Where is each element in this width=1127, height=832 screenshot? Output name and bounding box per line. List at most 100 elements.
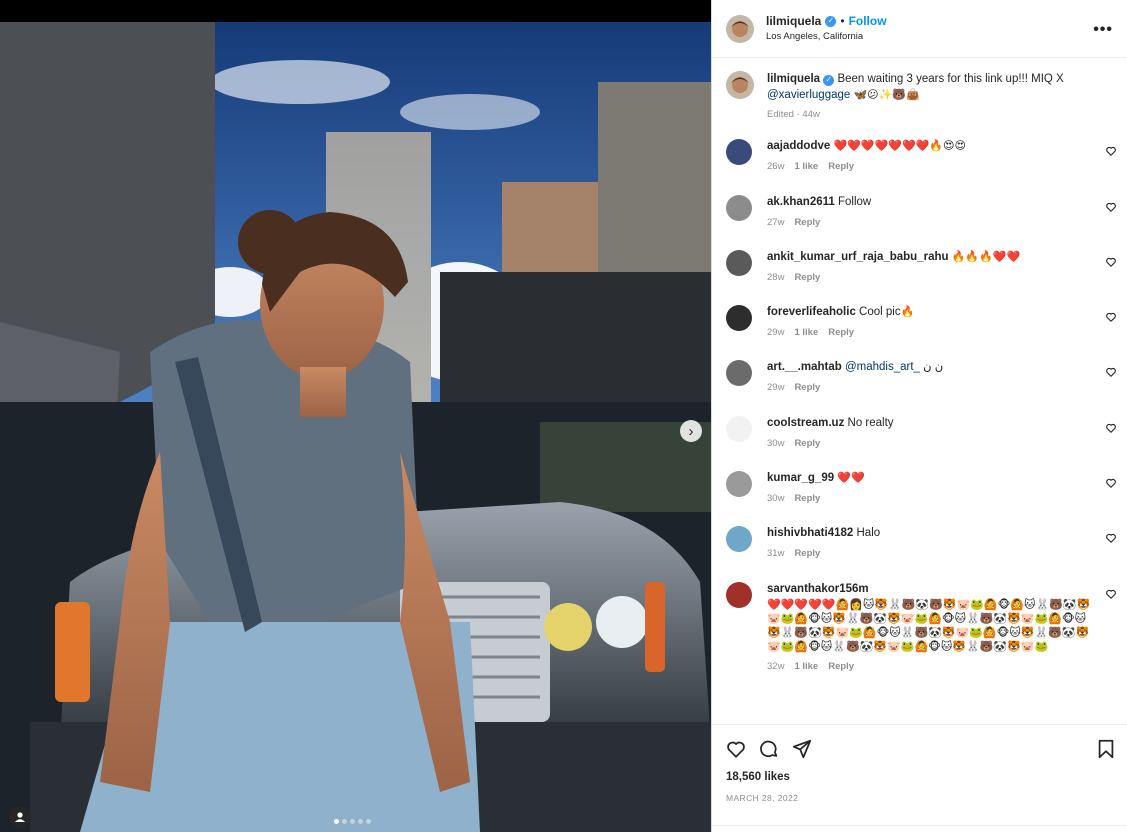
avatar[interactable] [726,15,754,43]
comment-username[interactable]: ak.khan2611 [767,196,835,208]
share-icon[interactable] [791,738,813,760]
comment-item: kumar_g_99 ❤️❤️ 30w Reply [712,471,1127,521]
comment-body: No realty [847,417,894,429]
avatar[interactable] [726,250,752,276]
user-tag-icon[interactable] [9,806,31,828]
comments-list[interactable]: lilmiquela ✓ Been waiting 3 years for th… [712,59,1127,724]
comment-username[interactable]: ankit_kumar_urf_raja_babu_rahu [767,251,949,263]
comment-heart-icon[interactable] [1105,311,1117,323]
comment-likes[interactable]: 1 like [794,325,818,341]
likes-count[interactable]: 18,560 likes [726,771,790,783]
comment-meta: 31w Reply [767,546,1097,562]
caption-body: Been waiting 3 years for this link up!!!… [837,73,1064,85]
avatar[interactable] [726,71,754,99]
author-username[interactable]: lilmiquela [766,14,821,28]
caption-emoji: 🦋😕✨🐻👜 [853,88,920,101]
comment-body: Follow [837,196,872,208]
media-top-bar [0,0,711,22]
add-comment-section [712,825,1127,832]
bookmark-icon[interactable] [1095,738,1117,760]
avatar[interactable] [726,305,752,331]
reply-button[interactable]: Reply [794,380,820,396]
comment-heart-icon[interactable] [1105,366,1117,378]
photo-illustration [0,22,711,832]
comment-username[interactable]: hishivbhati4182 [767,527,853,539]
reply-button[interactable]: Reply [794,491,820,507]
comment-time[interactable]: 30w [767,491,784,507]
caption-username[interactable]: lilmiquela [767,73,820,85]
comment-likes[interactable]: 1 like [794,159,818,175]
comment-item: aajaddodve ❤️❤️❤️❤️❤️❤️❤️🔥😍😍 26w 1 like Rep… [712,139,1127,189]
reply-button[interactable]: Reply [828,659,854,675]
avatar[interactable] [726,139,752,165]
comment-likes[interactable]: 1 like [794,659,818,675]
comment-text: ankit_kumar_urf_raja_babu_rahu 🔥🔥🔥❤️❤️ 28… [767,250,1097,285]
comment-emoji: ❤️❤️❤️❤️❤️🙆👩🐱🐯🐰🐻🐼🐻🐯🐷🐸🙆🐵🙆🐱🐰🐻🐼🐯🐷🐸🙆🐵🐱🐯🐰🐻🐼🐯🐷… [767,598,1091,653]
comment-time[interactable]: 29w [767,325,784,341]
comment-body: Halo [856,527,881,539]
comment-meta: 30w Reply [767,436,1097,452]
reply-button[interactable]: Reply [828,159,854,175]
avatar[interactable] [726,526,752,552]
heart-icon[interactable] [725,738,747,760]
comment-emoji: ❤️❤️ [837,472,865,484]
comment-heart-icon[interactable] [1105,201,1117,213]
comment-username[interactable]: sarvanthakor156m [767,583,869,595]
comment-username[interactable]: kumar_g_99 [767,472,834,484]
comment-username[interactable]: art.__.mahtab [767,361,842,373]
comment-emoji: ❤️❤️❤️❤️❤️❤️❤️🔥😍😍 [833,140,966,152]
comment-time[interactable]: 28w [767,270,784,286]
comment-item: sarvanthakor156m ❤️❤️❤️❤️❤️🙆👩🐱🐯🐰🐻🐼🐻🐯🐷🐸🙆🐵… [712,582,1127,712]
comment-time[interactable]: 32w [767,659,784,675]
comment-text: art.__.mahtab @mahdis_art_ ن ن 29w Reply [767,360,1097,395]
comment-item: art.__.mahtab @mahdis_art_ ن ن 29w Reply [712,360,1127,410]
post-photo[interactable] [0,22,711,832]
comment-icon[interactable] [758,738,780,760]
reply-button[interactable]: Reply [794,436,820,452]
avatar[interactable] [726,582,752,608]
comment-heart-icon[interactable] [1105,256,1117,268]
comment-meta: 30w Reply [767,491,1097,507]
post-actions: 18,560 likes MARCH 28, 2022 [712,724,1127,832]
comment-time[interactable]: 31w [767,546,784,562]
post-header: lilmiquela ✓ • Follow Los Angeles, Calif… [712,0,1127,58]
caption-mention[interactable]: @xavierluggage [767,89,850,101]
verified-badge-icon: ✓ [823,74,835,86]
verified-badge-icon: ✓ [825,15,837,27]
more-options-icon[interactable]: ••• [1093,21,1113,39]
comment-heart-icon[interactable] [1105,422,1117,434]
post-location[interactable]: Los Angeles, California [766,31,863,42]
header-user-row: lilmiquela ✓ • Follow [766,14,887,28]
comment-username[interactable]: foreverlifeaholic [767,306,856,318]
comment-heart-icon[interactable] [1105,588,1117,600]
caption-meta: Edited · 44w [767,107,1087,123]
comment-text: sarvanthakor156m ❤️❤️❤️❤️❤️🙆👩🐱🐯🐰🐻🐼🐻🐯🐷🐸🙆🐵… [767,582,1097,675]
comment-heart-icon[interactable] [1105,145,1117,157]
comment-emoji: 🔥 [900,306,915,318]
comment-time[interactable]: 27w [767,215,784,231]
reply-button[interactable]: Reply [794,215,820,231]
comment-item: ak.khan2611 Follow 27w Reply [712,195,1127,245]
avatar[interactable] [726,471,752,497]
next-image-button[interactable]: › [680,420,702,442]
comment-username[interactable]: coolstream.uz [767,417,844,429]
avatar[interactable] [726,195,752,221]
reply-button[interactable]: Reply [794,546,820,562]
comment-meta: 28w Reply [767,270,1097,286]
reply-button[interactable]: Reply [828,325,854,341]
reply-button[interactable]: Reply [794,270,820,286]
comment-time[interactable]: 29w [767,380,784,396]
comment-body: Cool pic [859,306,901,318]
comment-time[interactable]: 30w [767,436,784,452]
comment-time[interactable]: 26w [767,159,784,175]
comment-mention[interactable]: @mahdis_art_ [845,361,920,373]
comment-username[interactable]: aajaddodve [767,140,830,152]
avatar[interactable] [726,416,752,442]
comment-heart-icon[interactable] [1105,477,1117,489]
comment-text: hishivbhati4182 Halo 31w Reply [767,526,1097,561]
avatar[interactable] [726,360,752,386]
comment-heart-icon[interactable] [1105,532,1117,544]
post-side-panel: lilmiquela ✓ • Follow Los Angeles, Calif… [711,0,1127,832]
follow-button[interactable]: Follow [849,14,887,28]
comment-meta: 27w Reply [767,215,1097,231]
